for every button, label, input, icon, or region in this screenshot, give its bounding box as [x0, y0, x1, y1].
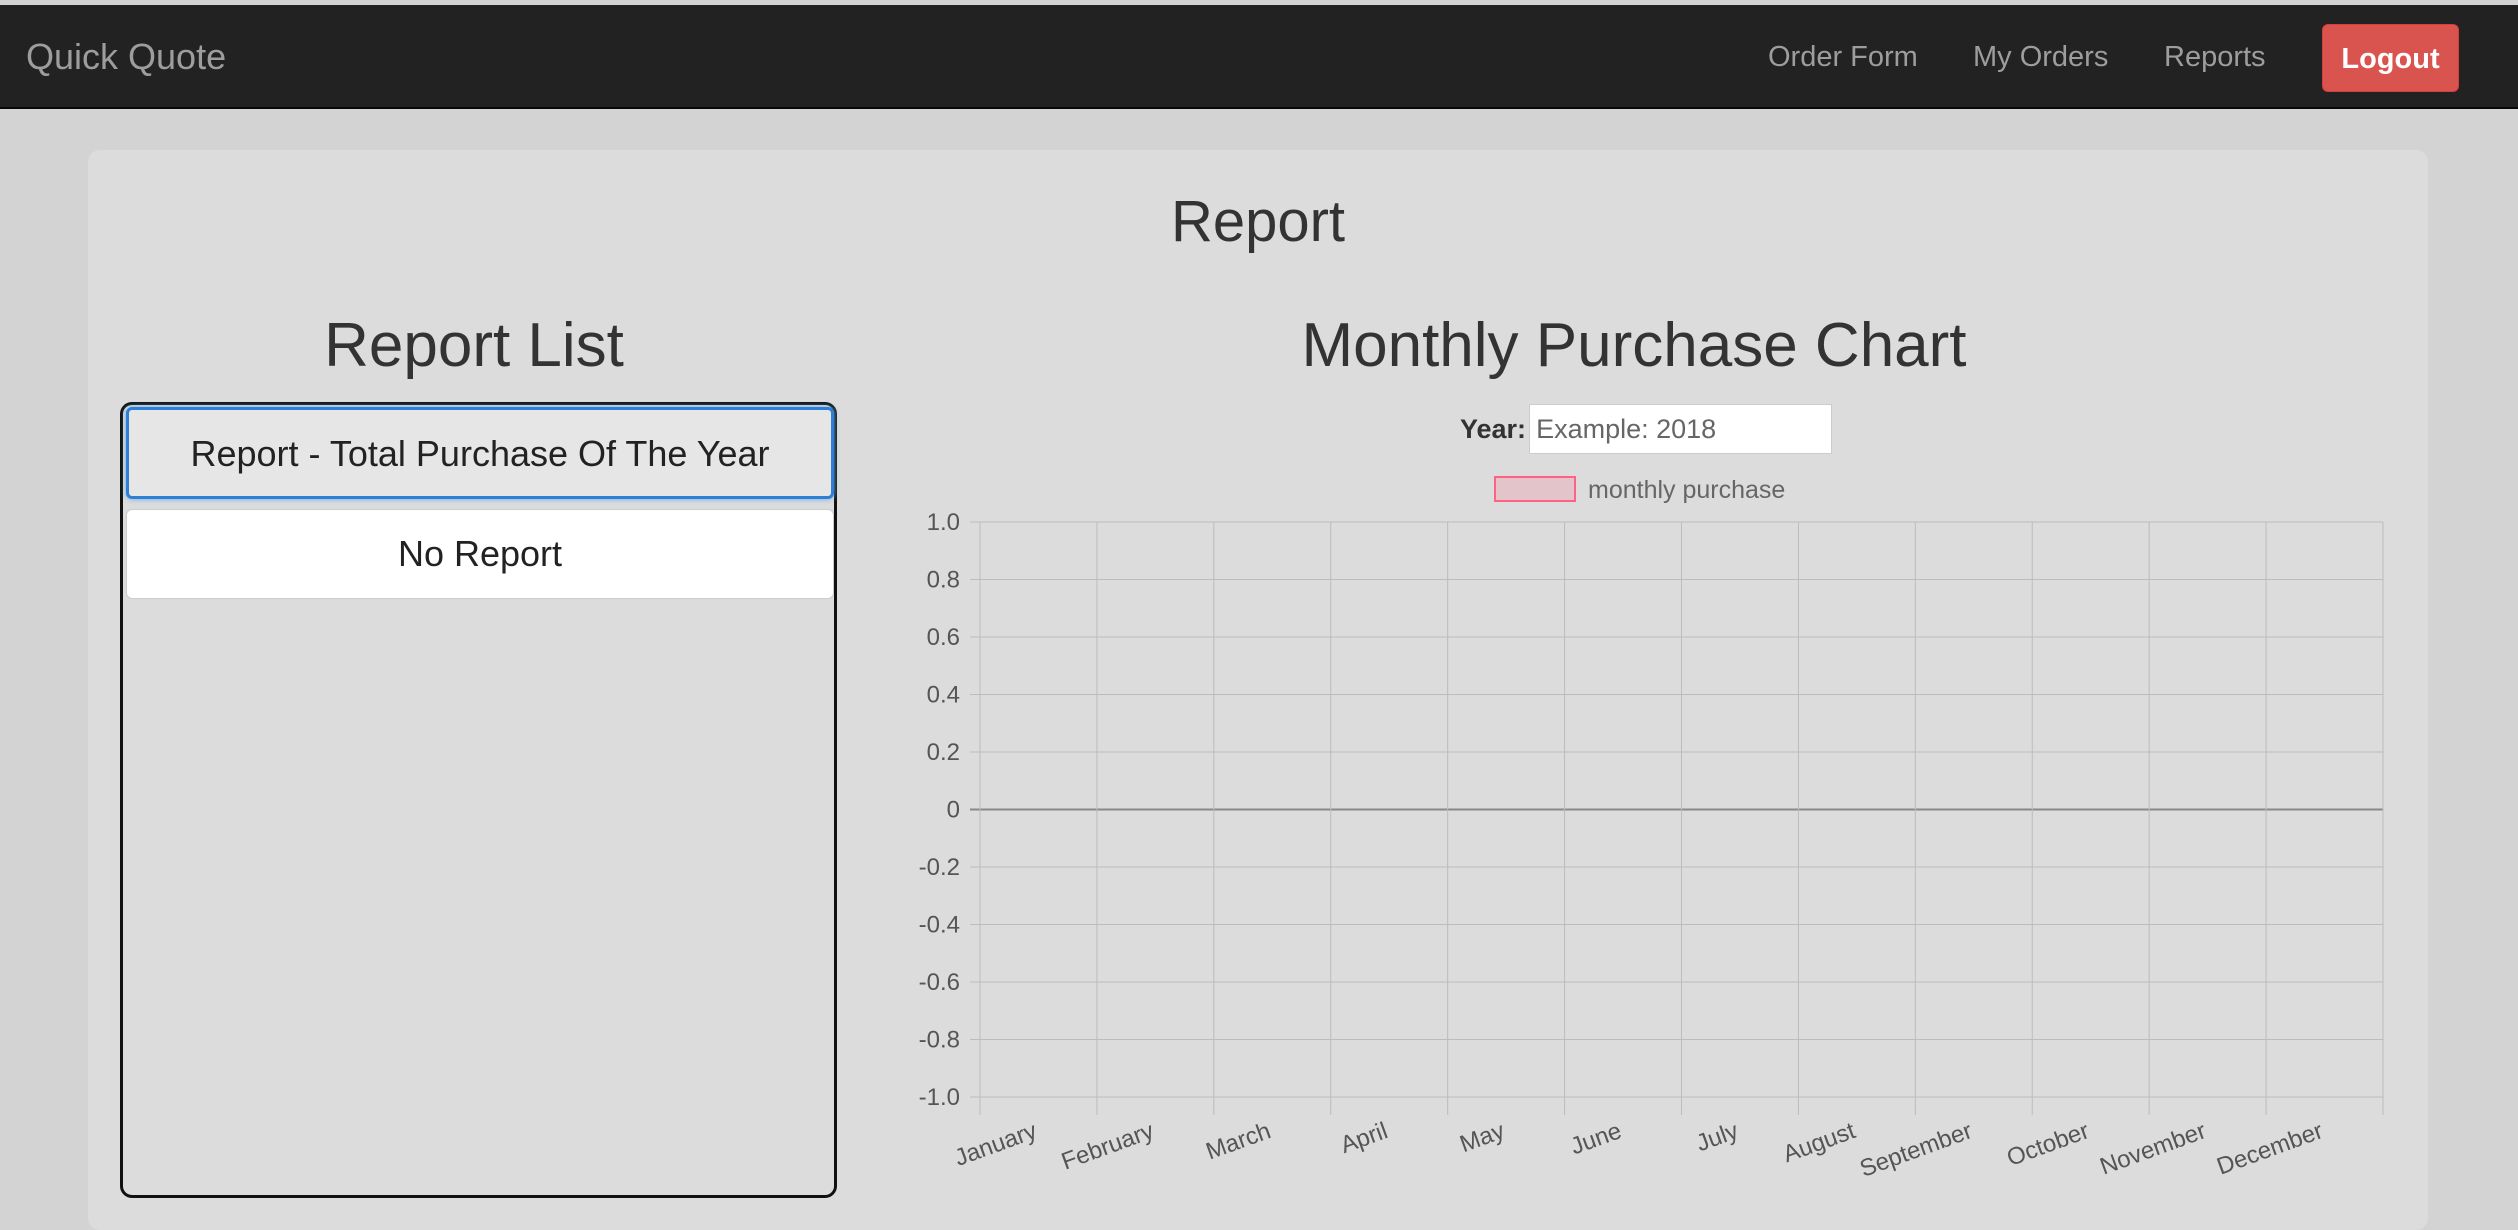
x-tick-label-november: November [2096, 1117, 2209, 1180]
x-tick-label-february: February [1058, 1117, 1157, 1175]
x-tick-label-may: May [1456, 1117, 1508, 1158]
y-tick-label: -1.0 [919, 1084, 960, 1111]
x-tick-label-july: July [1693, 1117, 1742, 1157]
y-tick-label: 0 [947, 797, 960, 824]
y-tick-label: -0.2 [919, 854, 960, 881]
y-tick-label: -0.4 [919, 912, 960, 939]
y-tick-label: -0.6 [919, 969, 960, 996]
x-tick-label-august: August [1779, 1117, 1859, 1168]
y-tick-label: 0.8 [927, 567, 960, 594]
x-tick-label-september: September [1856, 1117, 1976, 1183]
legend-swatch [1494, 476, 1576, 502]
y-tick-label: -0.8 [919, 1027, 960, 1054]
x-tick-label-march: March [1202, 1117, 1274, 1165]
monthly-purchase-chart: monthly purchase 1.0 0.8 0.6 0.4 0.2 0 -0.2 -0.4… [919, 476, 2384, 1183]
x-tick-label-april: April [1337, 1117, 1391, 1159]
y-tick-label: 0.6 [927, 624, 960, 651]
y-tick-label: 1.0 [927, 509, 960, 536]
x-tick-label-june: June [1567, 1117, 1625, 1160]
x-tick-label-december: December [2213, 1117, 2326, 1180]
y-tick-label: 0.4 [927, 682, 960, 709]
legend-label: monthly purchase [1588, 476, 1785, 504]
x-tick-label-january: January [951, 1117, 1040, 1172]
y-tick-label: 0.2 [927, 739, 960, 766]
x-tick-label-october: October [2003, 1117, 2092, 1172]
